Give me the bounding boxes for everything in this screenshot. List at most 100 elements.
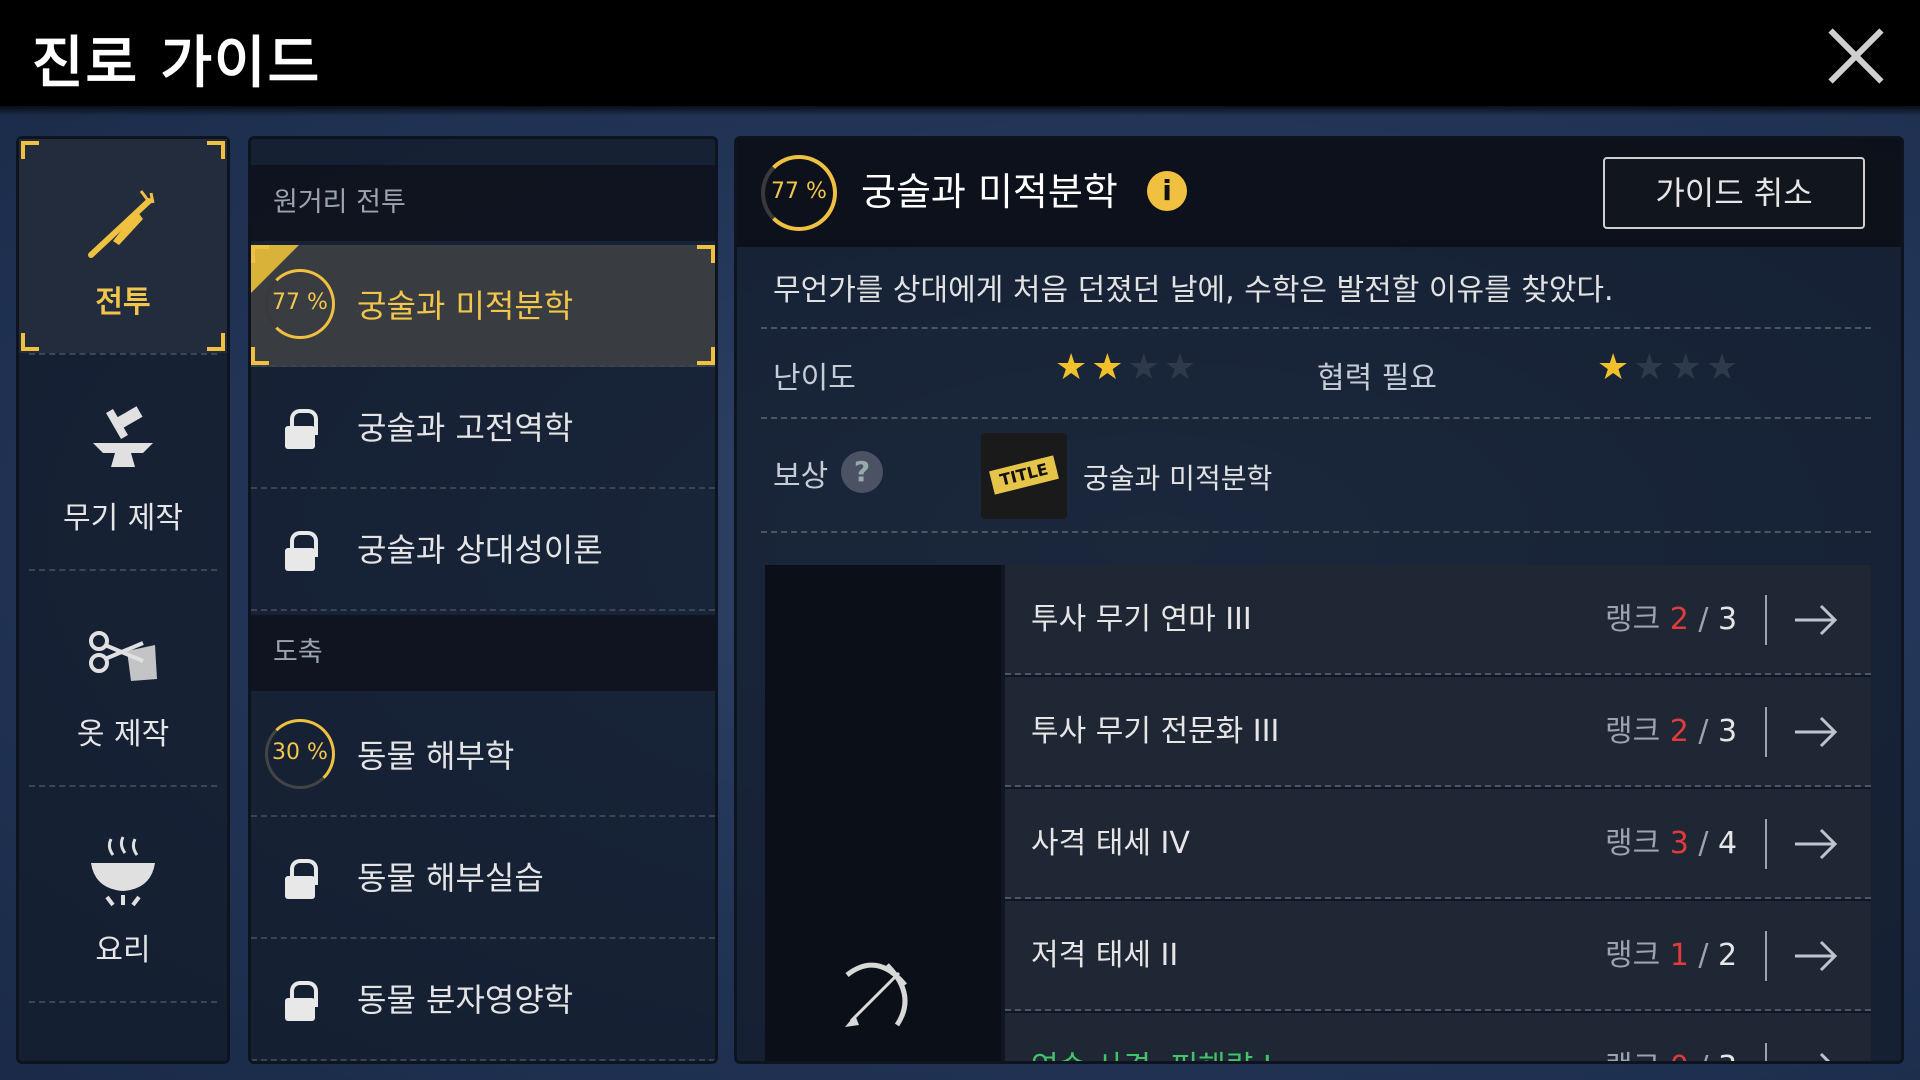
reward-label: 보상 (773, 459, 829, 494)
star-icon: ★ (1705, 347, 1743, 388)
rank-max: 3 (1718, 1050, 1737, 1061)
lock-icon (285, 531, 318, 571)
reward-name: 궁술과 미적분학 (1083, 462, 1273, 495)
category-combat[interactable]: 전투 (19, 139, 227, 353)
rank-current: 2 (1669, 714, 1689, 749)
lock-icon (285, 859, 318, 899)
arrow-right-icon[interactable] (1789, 705, 1843, 759)
list-item-label: 궁술과 미적분학 (357, 287, 574, 325)
rank-max: 3 (1718, 714, 1738, 749)
rank-label: 랭크 (1605, 1050, 1660, 1061)
list-item-animal-anatomy[interactable]: 30 % 동물 해부학 (251, 695, 715, 817)
progress-ring: 77 % (761, 155, 837, 231)
star-icon: ★ (1633, 347, 1670, 388)
selection-corner (207, 333, 225, 351)
star-icon: ★ (1597, 347, 1634, 388)
progress-text: 77 % (771, 179, 827, 204)
rank-max: 4 (1718, 826, 1738, 861)
arrow-right-icon[interactable] (1789, 817, 1843, 871)
star-icon: ★ (1163, 347, 1201, 388)
star-icon: ★ (1091, 347, 1128, 388)
arrow-right-icon[interactable] (1789, 1041, 1843, 1064)
divider (1765, 1043, 1767, 1061)
coop-stars: ★★★★ (1597, 347, 1742, 388)
progress-text: 30 % (272, 740, 328, 765)
task-row: 사격 태세 IV 랭크 3 / 4 (1005, 789, 1871, 899)
rank-current: 2 (1669, 602, 1689, 637)
scissors-icon (89, 631, 157, 681)
task-area: 투사 무기 연마 III 랭크 2 / 3 투사 무기 전문화 III 랭크 2… (765, 565, 1871, 1064)
rank-current: 3 (1669, 826, 1689, 861)
arrow-right-icon[interactable] (1789, 929, 1843, 983)
task-name: 저격 태세 II (1031, 938, 1179, 973)
rank-max: 3 (1718, 602, 1738, 637)
rank-label: 랭크 (1605, 714, 1661, 749)
selection-corner (697, 245, 715, 263)
list-item-label: 궁술과 상대성이론 (357, 531, 603, 569)
description: 무언가를 상대에게 처음 던졌던 날에, 수학은 발전할 이유를 찾았다. (773, 273, 1614, 308)
list-item-animal-nutrition[interactable]: 동물 분자영양학 (251, 939, 715, 1061)
task-row: 연속 사격: 피해량 I 랭크 0 / 3 (1005, 1013, 1871, 1064)
skill-category (765, 565, 1001, 1061)
rank-current: 0 (1670, 1050, 1689, 1061)
difficulty-stars: ★★★★ (1055, 347, 1200, 388)
divider (1765, 707, 1767, 757)
progress-ring: 77 % (265, 269, 335, 339)
cooking-pot-icon (91, 836, 155, 907)
section-header: 도축 (251, 615, 715, 691)
list-item-animal-dissection[interactable]: 동물 해부실습 (251, 817, 715, 939)
selection-corner (21, 141, 39, 159)
guide-list-panel: 원거리 전투 77 % 궁술과 미적분학 궁술과 고전역학 궁술과 상대성이론 … (248, 136, 718, 1064)
category-weapon-craft[interactable]: 무기 제작 (19, 355, 227, 569)
progress-text: 77 % (272, 290, 328, 315)
rank-label: 랭크 (1605, 602, 1661, 637)
bow-icon (845, 962, 908, 1027)
rank-current: 1 (1669, 938, 1689, 973)
divider (1765, 931, 1767, 981)
progress-ring: 30 % (265, 719, 335, 789)
divider (761, 417, 1871, 419)
detail-header: 77 % 궁술과 미적분학 i 가이드 취소 (737, 139, 1901, 247)
category-clothes-craft[interactable]: 옷 제작 (19, 571, 227, 785)
list-item-archery-calculus[interactable]: 77 % 궁술과 미적분학 (251, 245, 715, 367)
page-title: 진로 가이드 (32, 31, 322, 96)
rank-label: 랭크 (1605, 938, 1661, 973)
list-item-archery-mechanics[interactable]: 궁술과 고전역학 (251, 367, 715, 489)
task-row: 투사 무기 연마 III 랭크 2 / 3 (1005, 565, 1871, 675)
difficulty-label: 난이도 (773, 361, 856, 396)
divider (761, 327, 1871, 329)
rank-label: 랭크 (1605, 826, 1661, 861)
help-icon[interactable]: ? (841, 451, 883, 493)
list-item-label: 동물 분자영양학 (357, 981, 574, 1019)
info-icon[interactable]: i (1147, 171, 1187, 211)
category-label: 무기 제작 (63, 501, 183, 536)
close-icon[interactable] (1826, 26, 1886, 86)
task-row: 저격 태세 II 랭크 1 / 2 (1005, 901, 1871, 1011)
divider (1765, 595, 1767, 645)
anvil-icon (93, 406, 153, 467)
selection-corner (251, 347, 269, 365)
selection-corner (697, 347, 715, 365)
detail-title: 궁술과 미적분학 (861, 170, 1118, 214)
category-label: 요리 (95, 933, 151, 968)
category-cooking[interactable]: 요리 (19, 787, 227, 1001)
task-rank: 랭크 2 / 3 (1605, 602, 1738, 637)
task-rank: 랭크 0 / 3 (1605, 1013, 1737, 1061)
selection-corner (251, 245, 269, 263)
list-item-archery-relativity[interactable]: 궁술과 상대성이론 (251, 489, 715, 611)
cancel-guide-button[interactable]: 가이드 취소 (1603, 157, 1865, 229)
star-icon: ★ (1127, 347, 1164, 388)
list-item-label: 동물 해부학 (357, 737, 515, 775)
title-badge-icon: TITLE (981, 433, 1067, 519)
divider (761, 531, 1871, 533)
arrow-right-icon[interactable] (1789, 593, 1843, 647)
category-label: 옷 제작 (76, 717, 170, 752)
lock-icon (285, 409, 318, 449)
category-panel: 전투 무기 제작 옷 제작 요리 (16, 136, 230, 1064)
list-item-label: 궁술과 고전역학 (357, 409, 574, 447)
rank-max: 2 (1718, 938, 1738, 973)
selection-corner (207, 141, 225, 159)
task-name: 사격 태세 IV (1031, 826, 1190, 861)
task-rank: 랭크 1 / 2 (1605, 938, 1738, 973)
divider (1765, 819, 1767, 869)
